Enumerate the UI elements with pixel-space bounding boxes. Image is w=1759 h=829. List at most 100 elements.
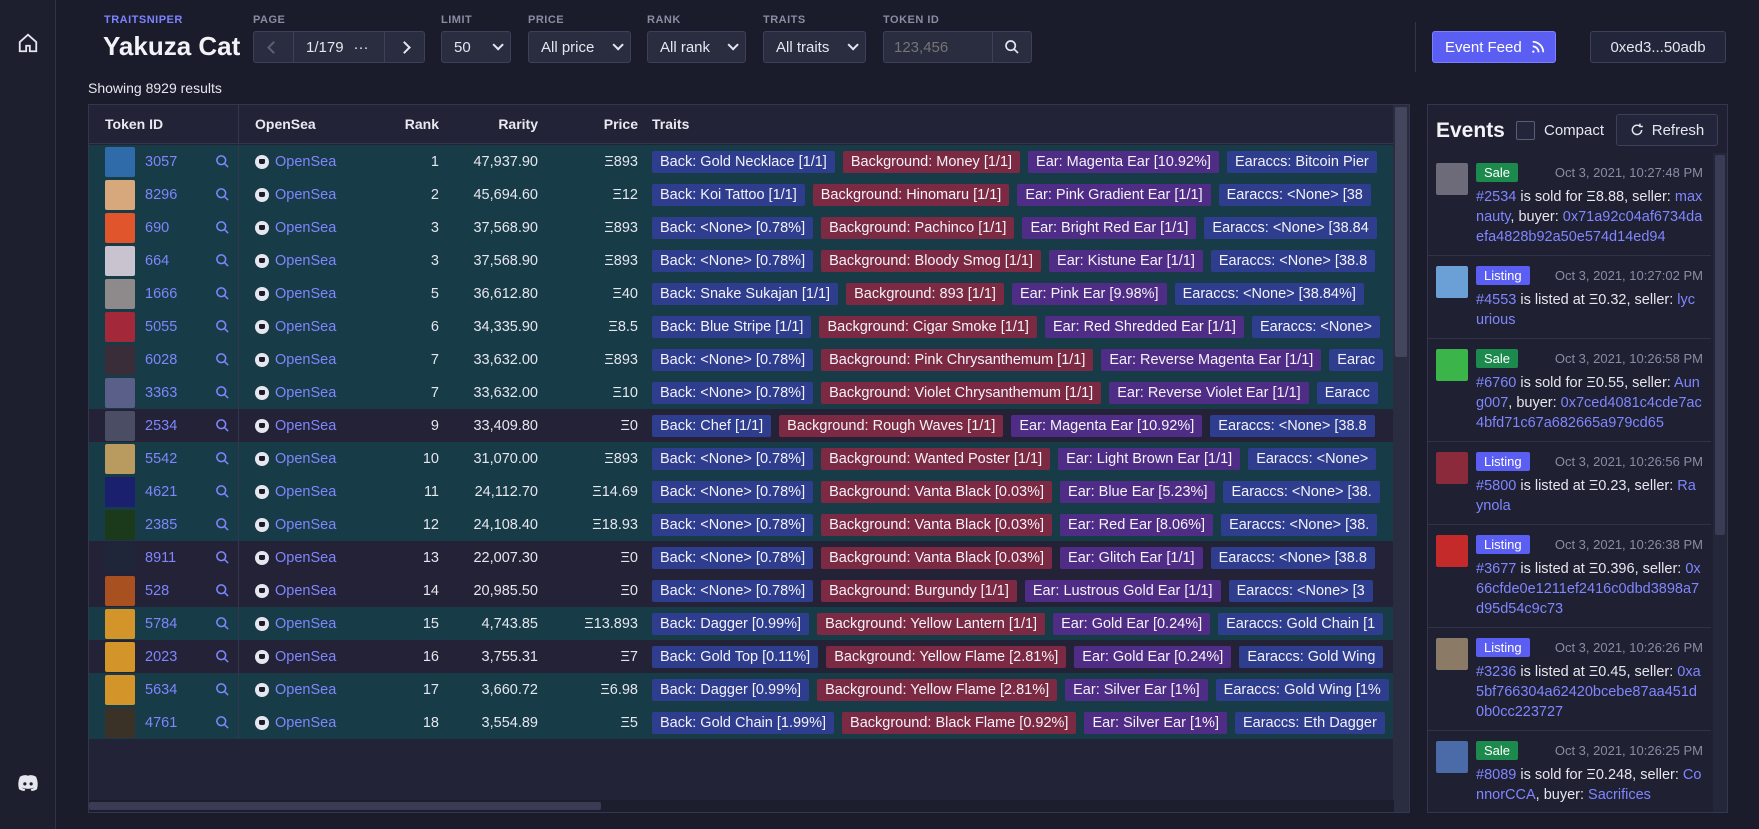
token-thumbnail[interactable]	[105, 410, 135, 441]
trait-tag[interactable]: Ear: Light Brown Ear [1/1]	[1058, 447, 1241, 470]
token-id-link[interactable]: 5784	[145, 616, 205, 632]
search-icon[interactable]	[215, 418, 231, 434]
trait-tag[interactable]: Back: <None> [0.78%]	[652, 381, 814, 404]
token-thumbnail[interactable]	[105, 377, 135, 408]
trait-tag[interactable]: Background: Pachinco [1/1]	[821, 216, 1015, 239]
wallet-button[interactable]: 0xed3...50adb	[1590, 31, 1726, 63]
trait-tag[interactable]: Ear: Magenta Ear [10.92%]	[1011, 414, 1203, 437]
trait-tag[interactable]: Ear: Blue Ear [5.23%]	[1060, 480, 1216, 503]
trait-tag[interactable]: Earaccs: <None> [38	[1218, 183, 1371, 206]
trait-tag[interactable]: Earaccs: <None> [38.84	[1204, 216, 1377, 239]
page-indicator[interactable]: 1/179 ···	[294, 39, 384, 56]
trait-tag[interactable]: Background: Vanta Black [0.03%]	[821, 546, 1053, 569]
trait-tag[interactable]: Back: Chef [1/1]	[652, 414, 772, 437]
token-search-button[interactable]	[992, 32, 1031, 62]
search-icon[interactable]	[215, 385, 231, 401]
traits-select[interactable]: All traits	[763, 31, 866, 63]
trait-tag[interactable]: Back: Gold Top [0.11%]	[652, 645, 819, 668]
next-page-button[interactable]	[384, 32, 424, 62]
event-thumbnail[interactable]	[1436, 452, 1468, 484]
limit-select[interactable]: 50	[441, 31, 511, 63]
trait-tag[interactable]: Background: Vanta Black [0.03%]	[821, 480, 1053, 503]
event-thumbnail[interactable]	[1436, 349, 1468, 381]
trait-tag[interactable]: Earaccs: Gold Wing [1%	[1215, 678, 1389, 701]
rank-select[interactable]: All rank	[647, 31, 746, 63]
opensea-link[interactable]: OpenSea	[239, 253, 389, 269]
discord-icon[interactable]	[15, 770, 41, 796]
search-icon[interactable]	[215, 550, 231, 566]
trait-tag[interactable]: Earaccs: <None> [38.	[1221, 513, 1378, 536]
token-id-link[interactable]: 2385	[145, 517, 205, 533]
token-id-link[interactable]: 8296	[145, 187, 205, 203]
search-icon[interactable]	[215, 286, 231, 302]
trait-tag[interactable]: Earaccs: Bitcoin Pier	[1226, 150, 1377, 173]
trait-tag[interactable]: Earacc	[1316, 381, 1378, 404]
opensea-link[interactable]: OpenSea	[239, 451, 389, 467]
event-thumbnail[interactable]	[1436, 741, 1468, 773]
token-thumbnail[interactable]	[105, 476, 135, 507]
trait-tag[interactable]: Earaccs: <None> [38.8	[1210, 249, 1376, 272]
trait-tag[interactable]: Back: Snake Sukajan [1/1]	[652, 282, 839, 305]
token-id-link[interactable]: 2534	[145, 418, 205, 434]
trait-tag[interactable]: Earaccs: Gold Chain [1	[1218, 612, 1384, 635]
opensea-link[interactable]: OpenSea	[239, 385, 389, 401]
token-thumbnail[interactable]	[105, 542, 135, 573]
trait-tag[interactable]: Back: Gold Necklace [1/1]	[652, 150, 835, 173]
trait-tag[interactable]: Earaccs: <None> [38.	[1223, 480, 1380, 503]
opensea-link[interactable]: OpenSea	[239, 187, 389, 203]
search-icon[interactable]	[215, 583, 231, 599]
trait-tag[interactable]: Earaccs: <None> [38.8	[1210, 546, 1375, 569]
trait-tag[interactable]: Background: Yellow Flame [2.81%]	[826, 645, 1067, 668]
trait-tag[interactable]: Earaccs: <None> [3	[1228, 579, 1373, 602]
token-thumbnail[interactable]	[105, 707, 135, 738]
trait-tag[interactable]: Ear: Magenta Ear [10.92%]	[1028, 150, 1219, 173]
search-icon[interactable]	[215, 484, 231, 500]
trait-tag[interactable]: Earaccs: Eth Dagger	[1234, 711, 1385, 734]
event-thumbnail[interactable]	[1436, 266, 1468, 298]
token-thumbnail[interactable]	[105, 674, 135, 705]
table-horizontal-scrollbar[interactable]	[89, 800, 1394, 812]
trait-tag[interactable]: Back: <None> [0.78%]	[652, 249, 814, 272]
token-thumbnail[interactable]	[105, 443, 135, 474]
trait-tag[interactable]: Earaccs: <None>	[1248, 447, 1377, 470]
event-token-link[interactable]: #4553	[1476, 292, 1516, 308]
token-id-link[interactable]: 4621	[145, 484, 205, 500]
home-icon[interactable]	[15, 30, 41, 56]
price-select[interactable]: All price	[528, 31, 631, 63]
trait-tag[interactable]: Back: Blue Stripe [1/1]	[652, 315, 812, 338]
opensea-link[interactable]: OpenSea	[239, 550, 389, 566]
trait-tag[interactable]: Ear: Gold Ear [0.24%]	[1053, 612, 1211, 635]
trait-tag[interactable]: Background: Rough Waves [1/1]	[779, 414, 1004, 437]
search-icon[interactable]	[215, 154, 231, 170]
opensea-link[interactable]: OpenSea	[239, 484, 389, 500]
trait-tag[interactable]: Earaccs: <None> [38.8	[1210, 414, 1375, 437]
trait-tag[interactable]: Back: <None> [0.78%]	[652, 480, 814, 503]
col-rarity[interactable]: Rarity	[439, 116, 538, 132]
trait-tag[interactable]: Ear: Pink Gradient Ear [1/1]	[1017, 183, 1211, 206]
token-id-link[interactable]: 690	[145, 220, 205, 236]
token-thumbnail[interactable]	[105, 278, 135, 309]
token-thumbnail[interactable]	[105, 608, 135, 639]
events-scrollbar[interactable]	[1713, 153, 1727, 812]
token-id-link[interactable]: 4761	[145, 715, 205, 731]
event-thumbnail[interactable]	[1436, 535, 1468, 567]
token-thumbnail[interactable]	[105, 344, 135, 375]
opensea-link[interactable]: OpenSea	[239, 220, 389, 236]
search-icon[interactable]	[215, 715, 231, 731]
token-thumbnail[interactable]	[105, 212, 135, 243]
search-icon[interactable]	[215, 187, 231, 203]
token-thumbnail[interactable]	[105, 575, 135, 606]
search-icon[interactable]	[215, 517, 231, 533]
opensea-link[interactable]: OpenSea	[239, 682, 389, 698]
token-id-link[interactable]: 6028	[145, 352, 205, 368]
brand-name[interactable]: TRAITSNIPER	[104, 14, 183, 26]
trait-tag[interactable]: Background: Vanta Black [0.03%]	[821, 513, 1053, 536]
opensea-link[interactable]: OpenSea	[239, 286, 389, 302]
trait-tag[interactable]: Back: <None> [0.78%]	[652, 216, 814, 239]
trait-tag[interactable]: Ear: Pink Ear [9.98%]	[1011, 282, 1167, 305]
opensea-link[interactable]: OpenSea	[239, 583, 389, 599]
event-token-link[interactable]: #3677	[1476, 561, 1516, 577]
compact-checkbox[interactable]	[1516, 121, 1535, 140]
token-id-link[interactable]: 5542	[145, 451, 205, 467]
opensea-link[interactable]: OpenSea	[239, 715, 389, 731]
